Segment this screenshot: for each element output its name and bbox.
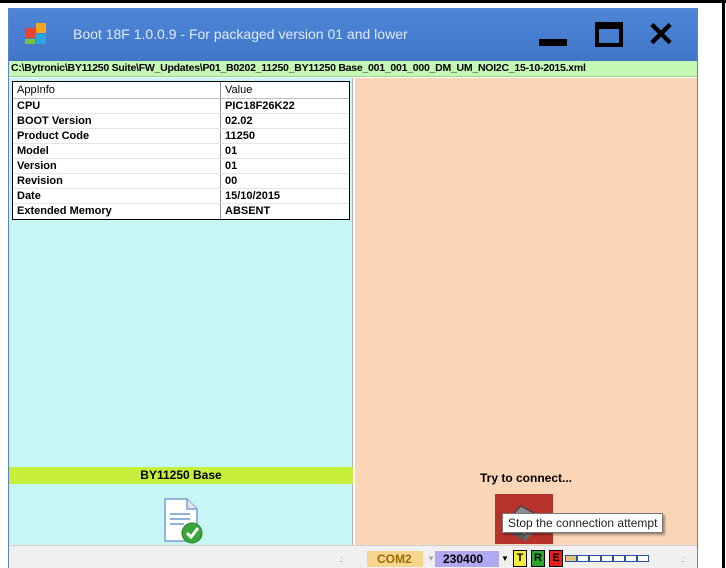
row-key: CPU: [13, 99, 221, 113]
table-row[interactable]: Revision 00: [13, 174, 349, 189]
connection-status-label: Try to connect...: [479, 471, 572, 485]
transmit-indicator: T: [513, 550, 527, 567]
resize-grip-icon[interactable]: .:: [681, 554, 685, 564]
row-key: Model: [13, 144, 221, 158]
row-value: 15/10/2015: [225, 190, 281, 202]
status-bar: .: COM2 ▼ 230400 ▼ T R E .:: [9, 545, 697, 568]
close-icon: ✕: [646, 16, 676, 54]
connection-panel: Try to connect...: [355, 78, 697, 545]
table-row[interactable]: Model 01: [13, 144, 349, 159]
top-border: [0, 0, 726, 3]
progress-segment: [565, 555, 577, 562]
app-info-panel: AppInfo Value CPU PIC18F26K22 BOOT Versi…: [9, 78, 353, 545]
table-header: AppInfo Value: [13, 82, 349, 99]
table-row[interactable]: Date 15/10/2015: [13, 189, 349, 204]
progress-segment: [601, 555, 613, 562]
right-border: [722, 0, 725, 568]
document-check-icon[interactable]: [161, 497, 205, 545]
progress-segment: [613, 555, 625, 562]
progress-segment: [589, 555, 601, 562]
row-key: Date: [13, 189, 221, 203]
progress-segment: [577, 555, 589, 562]
column-header-value[interactable]: Value: [221, 82, 349, 98]
device-label: BY11250 Base: [9, 467, 353, 484]
maximize-icon: [595, 22, 623, 47]
row-value: ABSENT: [225, 205, 271, 217]
file-path: C:\Bytronic\BY11250 Suite\FW_Updates\P01…: [11, 62, 586, 74]
table-row[interactable]: Product Code 11250: [13, 129, 349, 144]
progress-segment: [625, 555, 637, 562]
minimize-button[interactable]: [533, 17, 573, 53]
resize-grip-icon: .:: [339, 554, 343, 564]
close-button[interactable]: ✕: [641, 17, 681, 53]
row-value: 11250: [225, 130, 255, 142]
baud-rate-select[interactable]: 230400: [435, 551, 499, 567]
row-key: Product Code: [13, 129, 221, 143]
progress-segment: [637, 555, 649, 562]
row-key: Extended Memory: [13, 204, 221, 219]
table-row[interactable]: BOOT Version 02.02: [13, 114, 349, 129]
com-port-dropdown-arrow-icon[interactable]: ▼: [427, 551, 435, 567]
row-value: 01: [225, 160, 238, 172]
minimize-icon: [539, 39, 567, 46]
row-value: 01: [225, 145, 238, 157]
row-value: 00: [225, 175, 238, 187]
row-key: Revision: [13, 174, 221, 188]
app-window: Boot 18F 1.0.0.9 - For packaged version …: [8, 8, 698, 568]
baud-rate-dropdown-arrow-icon[interactable]: ▼: [501, 551, 509, 567]
table-row[interactable]: Version 01: [13, 159, 349, 174]
column-header-appinfo[interactable]: AppInfo: [13, 82, 221, 98]
row-key: Version: [13, 159, 221, 173]
table-row[interactable]: Extended Memory ABSENT: [13, 204, 349, 219]
stop-connection-tooltip: Stop the connection attempt: [502, 513, 664, 533]
row-value: 02.02: [225, 115, 253, 127]
receive-indicator: R: [531, 550, 545, 567]
table-row[interactable]: CPU PIC18F26K22: [13, 99, 349, 114]
title-bar[interactable]: Boot 18F 1.0.0.9 - For packaged version …: [9, 9, 697, 61]
file-path-bar: C:\Bytronic\BY11250 Suite\FW_Updates\P01…: [9, 61, 697, 77]
com-port-select[interactable]: COM2: [367, 551, 423, 567]
maximize-button[interactable]: [589, 17, 629, 53]
row-key: BOOT Version: [13, 114, 221, 128]
progress-bar: [565, 555, 649, 562]
app-icon: [25, 23, 47, 45]
row-value: PIC18F26K22: [225, 100, 295, 112]
error-indicator: E: [549, 550, 563, 567]
window-title: Boot 18F 1.0.0.9 - For packaged version …: [73, 26, 408, 42]
app-info-table: AppInfo Value CPU PIC18F26K22 BOOT Versi…: [12, 81, 350, 220]
